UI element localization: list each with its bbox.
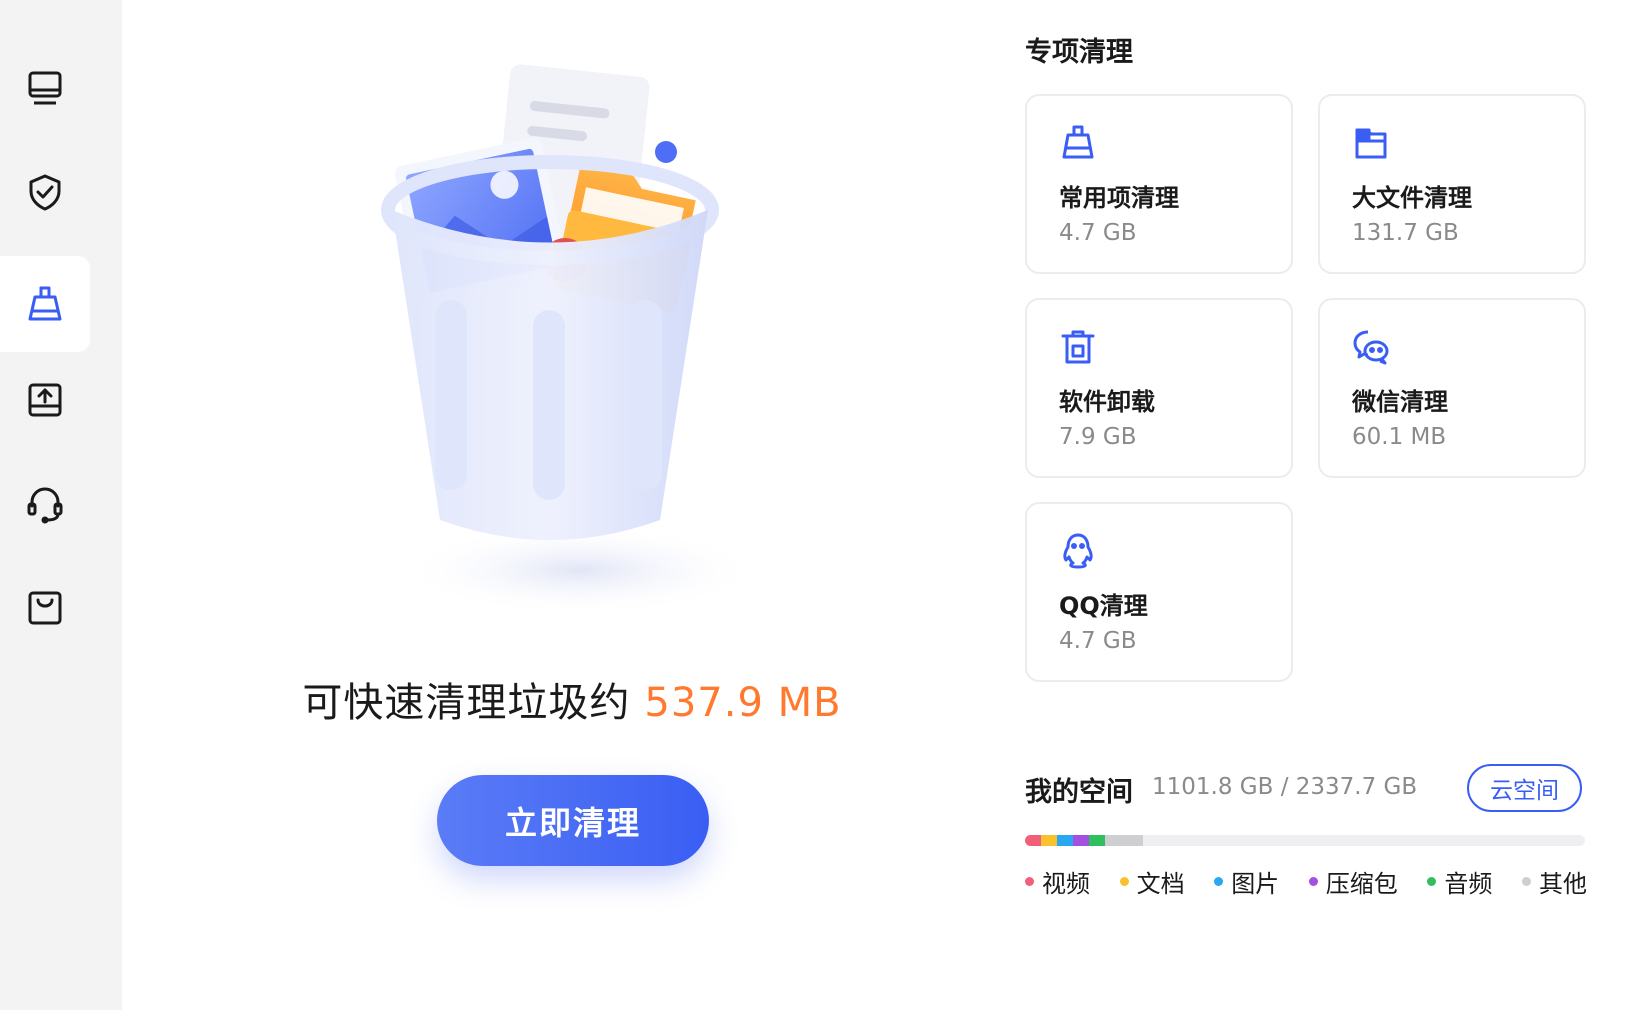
card-value: 131.7 GB (1352, 220, 1459, 246)
card-label: QQ清理 (1059, 592, 1148, 620)
legend-label: 其他 (1538, 870, 1587, 898)
legend-label: 文档 (1136, 870, 1185, 898)
drive-upload-icon (28, 383, 62, 417)
bar-segment-image (1057, 835, 1073, 846)
card-software-uninstall[interactable]: 软件卸载 7.9 GB (1025, 298, 1293, 478)
legend-item: 视频 (1025, 864, 1090, 899)
nav-security[interactable] (0, 144, 90, 240)
legend-dot (1025, 877, 1034, 886)
card-label: 常用项清理 (1059, 184, 1179, 212)
legend-dot (1119, 877, 1129, 886)
nav-cleanup[interactable] (0, 256, 90, 352)
card-label: 微信清理 (1352, 388, 1448, 416)
headset-icon (27, 487, 63, 524)
legend-item: 图片 (1214, 864, 1279, 899)
folder-icon (1352, 124, 1390, 162)
nav-backup[interactable] (0, 352, 90, 448)
cloud-space-button[interactable]: 云空间 (1467, 764, 1582, 812)
wechat-icon (1352, 328, 1390, 366)
sidebar (0, 0, 122, 1010)
clean-now-button[interactable]: 立即清理 (437, 775, 709, 866)
uninstall-bin-icon (1059, 328, 1097, 366)
legend-dot (1214, 877, 1224, 886)
cleanup-brush-icon (28, 286, 62, 321)
card-qq-cleanup[interactable]: QQ清理 4.7 GB (1025, 502, 1293, 682)
storage-legend: 视频 文档 图片 压缩包 音频 其他 (1025, 864, 1587, 899)
bar-segment-video (1025, 835, 1041, 846)
legend-item: 音频 (1427, 864, 1492, 899)
legend-label: 图片 (1231, 870, 1280, 898)
special-cleanup-title: 专项清理 (1025, 37, 1133, 68)
card-value: 4.7 GB (1059, 628, 1137, 654)
legend-label: 压缩包 (1325, 870, 1398, 898)
bar-segment-other (1105, 835, 1143, 846)
bar-segment-audio (1089, 835, 1105, 846)
card-value: 4.7 GB (1059, 220, 1137, 246)
shield-check-icon (29, 174, 61, 211)
junk-size: 537.9 MB (644, 680, 842, 726)
legend-item: 压缩包 (1308, 864, 1398, 899)
legend-label: 视频 (1042, 870, 1090, 898)
junk-summary: 可快速清理垃圾约 537.9 MB (122, 670, 1022, 728)
app-window: 可快速清理垃圾约 537.9 MB 立即清理 专项清理 常用项清理 4.7 GB … (0, 0, 1630, 1010)
trash-can-illustration (381, 64, 760, 615)
legend-dot (1308, 877, 1318, 886)
nav-device[interactable] (0, 40, 90, 136)
nav-support[interactable] (0, 456, 90, 552)
legend-item: 其他 (1521, 864, 1587, 899)
legend-label: 音频 (1444, 870, 1493, 898)
my-space-title: 我的空间 (1025, 777, 1133, 808)
card-value: 60.1 MB (1352, 424, 1447, 450)
card-wechat-cleanup[interactable]: 微信清理 60.1 MB (1318, 298, 1586, 478)
legend-item: 文档 (1119, 864, 1185, 899)
qq-icon (1059, 532, 1097, 570)
nav-store[interactable] (0, 560, 90, 656)
card-large-file-cleanup[interactable]: 大文件清理 131.7 GB (1318, 94, 1586, 274)
storage-usage-bar (1025, 835, 1585, 846)
shopping-bag-icon (28, 591, 62, 625)
monitor-icon (28, 71, 62, 105)
space-usage: 1101.8 GB / 2337.7 GB (1152, 774, 1418, 800)
bar-segment-document (1041, 835, 1057, 846)
bar-segment-archive (1073, 835, 1089, 846)
broom-icon (1059, 124, 1097, 162)
legend-dot (1427, 877, 1437, 886)
summary-text: 可快速清理垃圾约 (302, 680, 631, 726)
card-label: 软件卸载 (1059, 388, 1155, 416)
card-label: 大文件清理 (1352, 184, 1472, 212)
card-value: 7.9 GB (1059, 424, 1137, 450)
card-common-cleanup[interactable]: 常用项清理 4.7 GB (1025, 94, 1293, 274)
legend-dot (1521, 877, 1531, 886)
